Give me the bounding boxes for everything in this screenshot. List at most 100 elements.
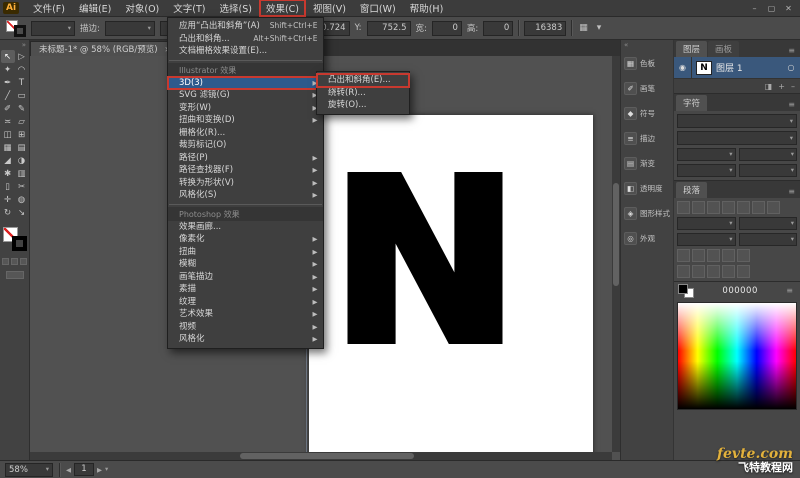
panel-button[interactable] xyxy=(692,249,705,262)
menu-item-stylize-ps[interactable]: 风格化 ▶ xyxy=(168,333,323,346)
menu-select[interactable]: 选择(S) xyxy=(212,0,258,17)
fill-stroke-swatches[interactable] xyxy=(6,19,26,37)
window-minimize-button[interactable]: – xyxy=(747,4,762,13)
artboard[interactable]: N xyxy=(309,115,593,460)
panel-button[interactable] xyxy=(707,265,720,278)
make-clipping-mask-icon[interactable]: ◨ xyxy=(765,82,773,91)
indent-first-line-field[interactable]: ▾ xyxy=(677,233,736,246)
dock-item-appearance[interactable]: ◎ 外观 xyxy=(621,226,673,251)
symbol-sprayer-tool[interactable]: ✱ xyxy=(1,167,15,180)
arrange-documents-icon[interactable]: ▦ xyxy=(577,23,590,33)
artboard-tool[interactable]: ▯ xyxy=(1,180,15,193)
mesh-tool[interactable]: ▦ xyxy=(1,141,15,154)
menu-item-pathfinder[interactable]: 路径查找器(F) ▶ xyxy=(168,164,323,177)
menu-item-distort[interactable]: 扭曲 ▶ xyxy=(168,246,323,259)
selection-tool[interactable]: ↖ xyxy=(0,50,15,63)
indent-left-field[interactable]: ▾ xyxy=(677,217,736,230)
menu-item-texture[interactable]: 纹理 ▶ xyxy=(168,296,323,309)
new-layer-icon[interactable]: + xyxy=(778,82,785,91)
width-tool[interactable]: ≍ xyxy=(1,115,15,128)
dock-item-transparency[interactable]: ◧ 透明度 xyxy=(621,176,673,201)
menu-item-artistic[interactable]: 艺术效果 ▶ xyxy=(168,308,323,321)
menu-item-sketch[interactable]: 素描 ▶ xyxy=(168,283,323,296)
draw-inside-button[interactable] xyxy=(20,258,27,265)
color-spectrum[interactable] xyxy=(677,302,797,410)
screen-mode-button[interactable] xyxy=(5,271,24,279)
workspace-caret-icon[interactable]: ▾ xyxy=(595,23,604,33)
column-graph-tool[interactable]: ▥ xyxy=(15,167,29,180)
menu-item-pixelate[interactable]: 像素化 ▶ xyxy=(168,233,323,246)
draw-behind-button[interactable] xyxy=(11,258,18,265)
panel-button[interactable] xyxy=(692,265,705,278)
tab-character[interactable]: 字符 xyxy=(676,95,708,111)
artboard-prev-icon[interactable]: ◀ xyxy=(66,466,71,474)
menu-type[interactable]: 文字(T) xyxy=(166,0,212,17)
menu-edit[interactable]: 编辑(E) xyxy=(72,0,118,17)
justify-all-button[interactable] xyxy=(767,201,780,214)
color-fill-stroke-indicator[interactable] xyxy=(678,284,694,298)
menu-item-video[interactable]: 视频 ▶ xyxy=(168,321,323,334)
blend-tool[interactable]: ◑ xyxy=(15,154,29,167)
panel-menu-icon[interactable]: ≡ xyxy=(786,286,796,297)
menu-file[interactable]: 文件(F) xyxy=(26,0,72,17)
font-style-select[interactable]: ▾ xyxy=(677,131,797,145)
scale-tool[interactable]: ↘ xyxy=(15,206,29,219)
y-field[interactable]: 752.5 xyxy=(366,20,411,36)
slice-tool[interactable]: ✂ xyxy=(15,180,29,193)
artboard-next-icon[interactable]: ▶ xyxy=(97,466,102,474)
align-center-button[interactable] xyxy=(692,201,705,214)
menu-item-effect-gallery[interactable]: 效果画廊... xyxy=(168,221,323,234)
menu-item-3d[interactable]: 3D(3) ▶ xyxy=(166,75,325,90)
tools-collapse-icon[interactable]: » xyxy=(22,41,29,50)
pencil-tool[interactable]: ✎ xyxy=(15,102,29,115)
stroke-weight-select[interactable]: ▾ xyxy=(104,20,155,36)
panel-button[interactable] xyxy=(677,265,690,278)
justify-left-button[interactable] xyxy=(722,201,735,214)
window-close-button[interactable]: ✕ xyxy=(781,4,796,13)
align-left-button[interactable] xyxy=(677,201,690,214)
window-maximize-button[interactable]: ▢ xyxy=(764,4,779,13)
menu-view[interactable]: 视图(V) xyxy=(306,0,353,17)
panel-menu-icon[interactable]: ≡ xyxy=(788,100,798,111)
panel-button[interactable] xyxy=(737,249,750,262)
menu-item-blur[interactable]: 模糊 ▶ xyxy=(168,258,323,271)
menu-item-brush-strokes[interactable]: 画笔描边 ▶ xyxy=(168,271,323,284)
line-segment-tool[interactable]: ╱ xyxy=(1,89,15,102)
visibility-eye-icon[interactable]: ◉ xyxy=(674,57,692,78)
canvas[interactable]: N xyxy=(30,56,620,460)
font-size-field[interactable]: ▾ xyxy=(677,148,736,161)
vertical-scrollbar[interactable] xyxy=(612,56,620,452)
justify-center-button[interactable] xyxy=(737,201,750,214)
submenu-item-rotate[interactable]: 旋转(O)... xyxy=(317,99,409,112)
paintbrush-tool[interactable]: ✐ xyxy=(1,102,15,115)
type-tool[interactable]: T xyxy=(15,76,29,89)
pen-tool[interactable]: ✒ xyxy=(1,76,15,89)
artboard-number-field[interactable]: 1 xyxy=(74,463,94,476)
dock-item-stroke[interactable]: ≡ 描边 xyxy=(621,126,673,151)
height-field[interactable]: 0 xyxy=(483,20,514,36)
menu-item-apply-extrude-bevel[interactable]: 应用“凸出和斜角”(A) Shift+Ctrl+E xyxy=(168,20,323,33)
horizontal-scrollbar-thumb[interactable] xyxy=(239,453,415,459)
lasso-tool[interactable]: ◠ xyxy=(15,63,29,76)
delete-layer-icon[interactable]: – xyxy=(791,82,795,91)
menu-item-extrude-bevel-options[interactable]: 凸出和斜角... Alt+Shift+Ctrl+E xyxy=(168,33,323,46)
free-transform-tool[interactable]: ▱ xyxy=(15,115,29,128)
tracking-field[interactable]: ▾ xyxy=(738,164,797,177)
color-fill-chip[interactable] xyxy=(678,284,688,294)
dock-expand-icon[interactable]: « xyxy=(621,41,673,51)
menu-item-convert-to-shape[interactable]: 转换为形状(V) ▶ xyxy=(168,177,323,190)
rotate-tool[interactable]: ↻ xyxy=(1,206,15,219)
dock-item-brushes[interactable]: ✐ 画笔 xyxy=(621,76,673,101)
width-field[interactable]: 0 xyxy=(431,20,462,36)
dock-item-gradient[interactable]: ▤ 渐变 xyxy=(621,151,673,176)
menu-item-distort-transform[interactable]: 扭曲和变换(D) ▶ xyxy=(168,114,323,127)
tab-artboards[interactable]: 画板 xyxy=(708,41,740,57)
menu-item-path[interactable]: 路径(P) ▶ xyxy=(168,152,323,165)
brush-definition-select[interactable]: ▾ xyxy=(31,20,75,36)
space-before-field[interactable]: ▾ xyxy=(738,233,797,246)
misc-field[interactable]: 16383 xyxy=(524,20,567,36)
vertical-scrollbar-thumb[interactable] xyxy=(613,182,619,286)
hex-value[interactable]: 000000 xyxy=(722,286,757,296)
stroke-swatch[interactable] xyxy=(14,24,26,37)
dock-item-symbols[interactable]: ◆ 符号 xyxy=(621,101,673,126)
